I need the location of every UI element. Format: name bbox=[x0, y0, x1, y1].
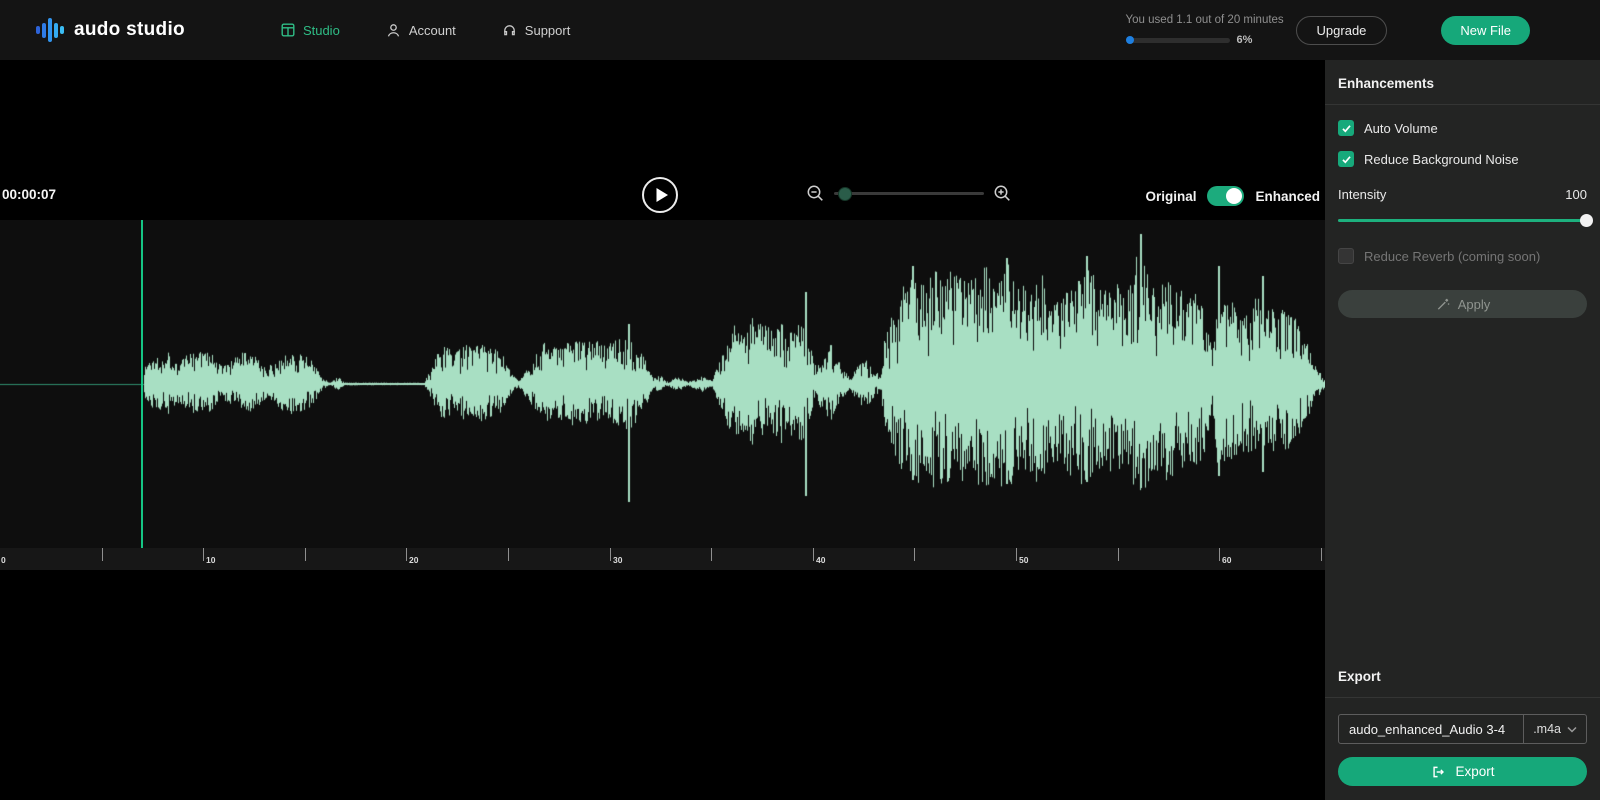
option-reduce-noise[interactable]: Reduce Background Noise bbox=[1338, 151, 1587, 167]
main-nav: Studio Account Support bbox=[281, 23, 570, 38]
ruler-tick bbox=[1219, 548, 1220, 561]
ruler-tick-label: 40 bbox=[816, 555, 826, 565]
ruler-tick-label: 50 bbox=[1019, 555, 1029, 565]
original-enhanced-toggle: Original Enhanced bbox=[1145, 186, 1320, 206]
intensity-value: 100 bbox=[1565, 187, 1587, 202]
account-person-icon bbox=[387, 23, 400, 37]
divider bbox=[1325, 697, 1600, 698]
support-headset-icon bbox=[503, 24, 515, 35]
playback-timestamp: 00:00:07 bbox=[2, 187, 57, 202]
ruler-tick-label: 30 bbox=[613, 555, 623, 565]
playhead[interactable] bbox=[141, 220, 143, 561]
ruler-tick bbox=[813, 548, 814, 561]
ruler-tick bbox=[914, 548, 915, 561]
logo-waveform-icon bbox=[36, 17, 64, 43]
export-filename-input[interactable] bbox=[1339, 715, 1524, 743]
nav-studio[interactable]: Studio bbox=[281, 23, 340, 38]
play-button[interactable] bbox=[641, 176, 679, 214]
intensity-slider-fill bbox=[1338, 219, 1587, 222]
export-format-value: .m4a bbox=[1533, 722, 1561, 736]
logo[interactable]: audo studio bbox=[36, 17, 185, 43]
nav-account[interactable]: Account bbox=[386, 23, 456, 38]
option-reduce-reverb: Reduce Reverb (coming soon) bbox=[1338, 248, 1587, 264]
ruler-tick bbox=[305, 548, 306, 561]
option-reduce-reverb-label: Reduce Reverb (coming soon) bbox=[1364, 248, 1541, 264]
ruler-tick-label: 0 bbox=[1, 555, 6, 565]
ruler-tick bbox=[203, 548, 204, 561]
apply-button[interactable]: Apply bbox=[1338, 290, 1587, 318]
usage-percent: 6% bbox=[1236, 34, 1253, 46]
toggle-original-label: Original bbox=[1145, 188, 1197, 204]
play-icon bbox=[656, 188, 668, 202]
export-title: Export bbox=[1338, 669, 1381, 684]
ruler-tick-label: 10 bbox=[206, 555, 216, 565]
ruler-tick-label: 20 bbox=[409, 555, 419, 565]
magic-wand-icon bbox=[1437, 298, 1450, 310]
ruler-tick bbox=[1016, 548, 1017, 561]
chevron-down-icon bbox=[1567, 726, 1577, 733]
editor-area: 00:00:07 Original Enhanced 0 10 20 30 40… bbox=[0, 60, 1325, 800]
export-button[interactable]: Export bbox=[1338, 757, 1587, 786]
usage-meter: You used 1.1 out of 20 minutes 6% bbox=[1125, 14, 1284, 46]
ruler-tick bbox=[610, 548, 611, 561]
app-title: audo studio bbox=[73, 19, 185, 40]
intensity-slider-handle[interactable] bbox=[1580, 214, 1593, 227]
ruler-tick bbox=[102, 548, 103, 561]
app-window: audo studio Studio Account Support You u… bbox=[0, 0, 1600, 800]
intensity-label: Intensity bbox=[1338, 187, 1387, 202]
waveform-canvas[interactable] bbox=[0, 220, 1325, 548]
checkbox-checked-icon[interactable] bbox=[1338, 120, 1354, 136]
intensity-slider[interactable] bbox=[1338, 214, 1593, 227]
ruler-tick bbox=[1118, 548, 1119, 561]
usage-text: You used 1.1 out of 20 minutes bbox=[1125, 14, 1284, 26]
timeline-ruler[interactable]: 0 10 20 30 40 50 60 bbox=[0, 548, 1325, 570]
upgrade-button[interactable]: Upgrade bbox=[1295, 15, 1388, 45]
nav-support[interactable]: Support bbox=[502, 22, 571, 38]
usage-progressbar bbox=[1125, 36, 1230, 44]
export-filename-row: .m4a bbox=[1338, 714, 1587, 744]
option-auto-volume-label: Auto Volume bbox=[1364, 120, 1438, 136]
ruler-tick bbox=[711, 548, 712, 561]
zoom-slider-handle[interactable] bbox=[838, 186, 853, 201]
apply-button-label: Apply bbox=[1457, 296, 1491, 312]
zoom-out-icon[interactable] bbox=[806, 184, 825, 203]
top-bar: audo studio Studio Account Support You u… bbox=[0, 0, 1600, 60]
enhancements-title: Enhancements bbox=[1338, 76, 1435, 91]
checkbox-unchecked-icon bbox=[1338, 248, 1354, 264]
usage-progress-fill bbox=[1125, 36, 1134, 44]
divider bbox=[1325, 104, 1600, 105]
sidebar: Enhancements Auto Volume Reduce Backgrou… bbox=[1325, 60, 1600, 800]
nav-support-label: Support bbox=[524, 22, 571, 38]
ruler-tick bbox=[508, 548, 509, 561]
toggle-enhanced-label: Enhanced bbox=[1255, 188, 1320, 204]
studio-grid-icon bbox=[281, 23, 295, 37]
enhanced-switch[interactable] bbox=[1207, 186, 1245, 206]
option-reduce-noise-label: Reduce Background Noise bbox=[1364, 151, 1519, 167]
ruler-tick bbox=[406, 548, 407, 561]
option-auto-volume[interactable]: Auto Volume bbox=[1338, 120, 1587, 136]
nav-account-label: Account bbox=[408, 22, 456, 38]
new-file-button[interactable]: New File bbox=[1441, 15, 1530, 45]
export-button-label: Export bbox=[1455, 764, 1495, 779]
zoom-slider[interactable] bbox=[834, 186, 984, 201]
checkbox-checked-icon[interactable] bbox=[1338, 151, 1354, 167]
ruler-tick bbox=[1321, 548, 1322, 561]
zoom-in-icon[interactable] bbox=[993, 184, 1012, 203]
export-format-select[interactable]: .m4a bbox=[1523, 715, 1586, 743]
ruler-tick-label: 60 bbox=[1222, 555, 1232, 565]
switch-knob bbox=[1226, 188, 1243, 204]
export-icon bbox=[1433, 766, 1445, 777]
intensity-control: Intensity 100 bbox=[1338, 187, 1593, 227]
waveform-track bbox=[0, 220, 1325, 548]
zoom-control bbox=[806, 184, 1012, 203]
nav-studio-label: Studio bbox=[302, 22, 340, 38]
